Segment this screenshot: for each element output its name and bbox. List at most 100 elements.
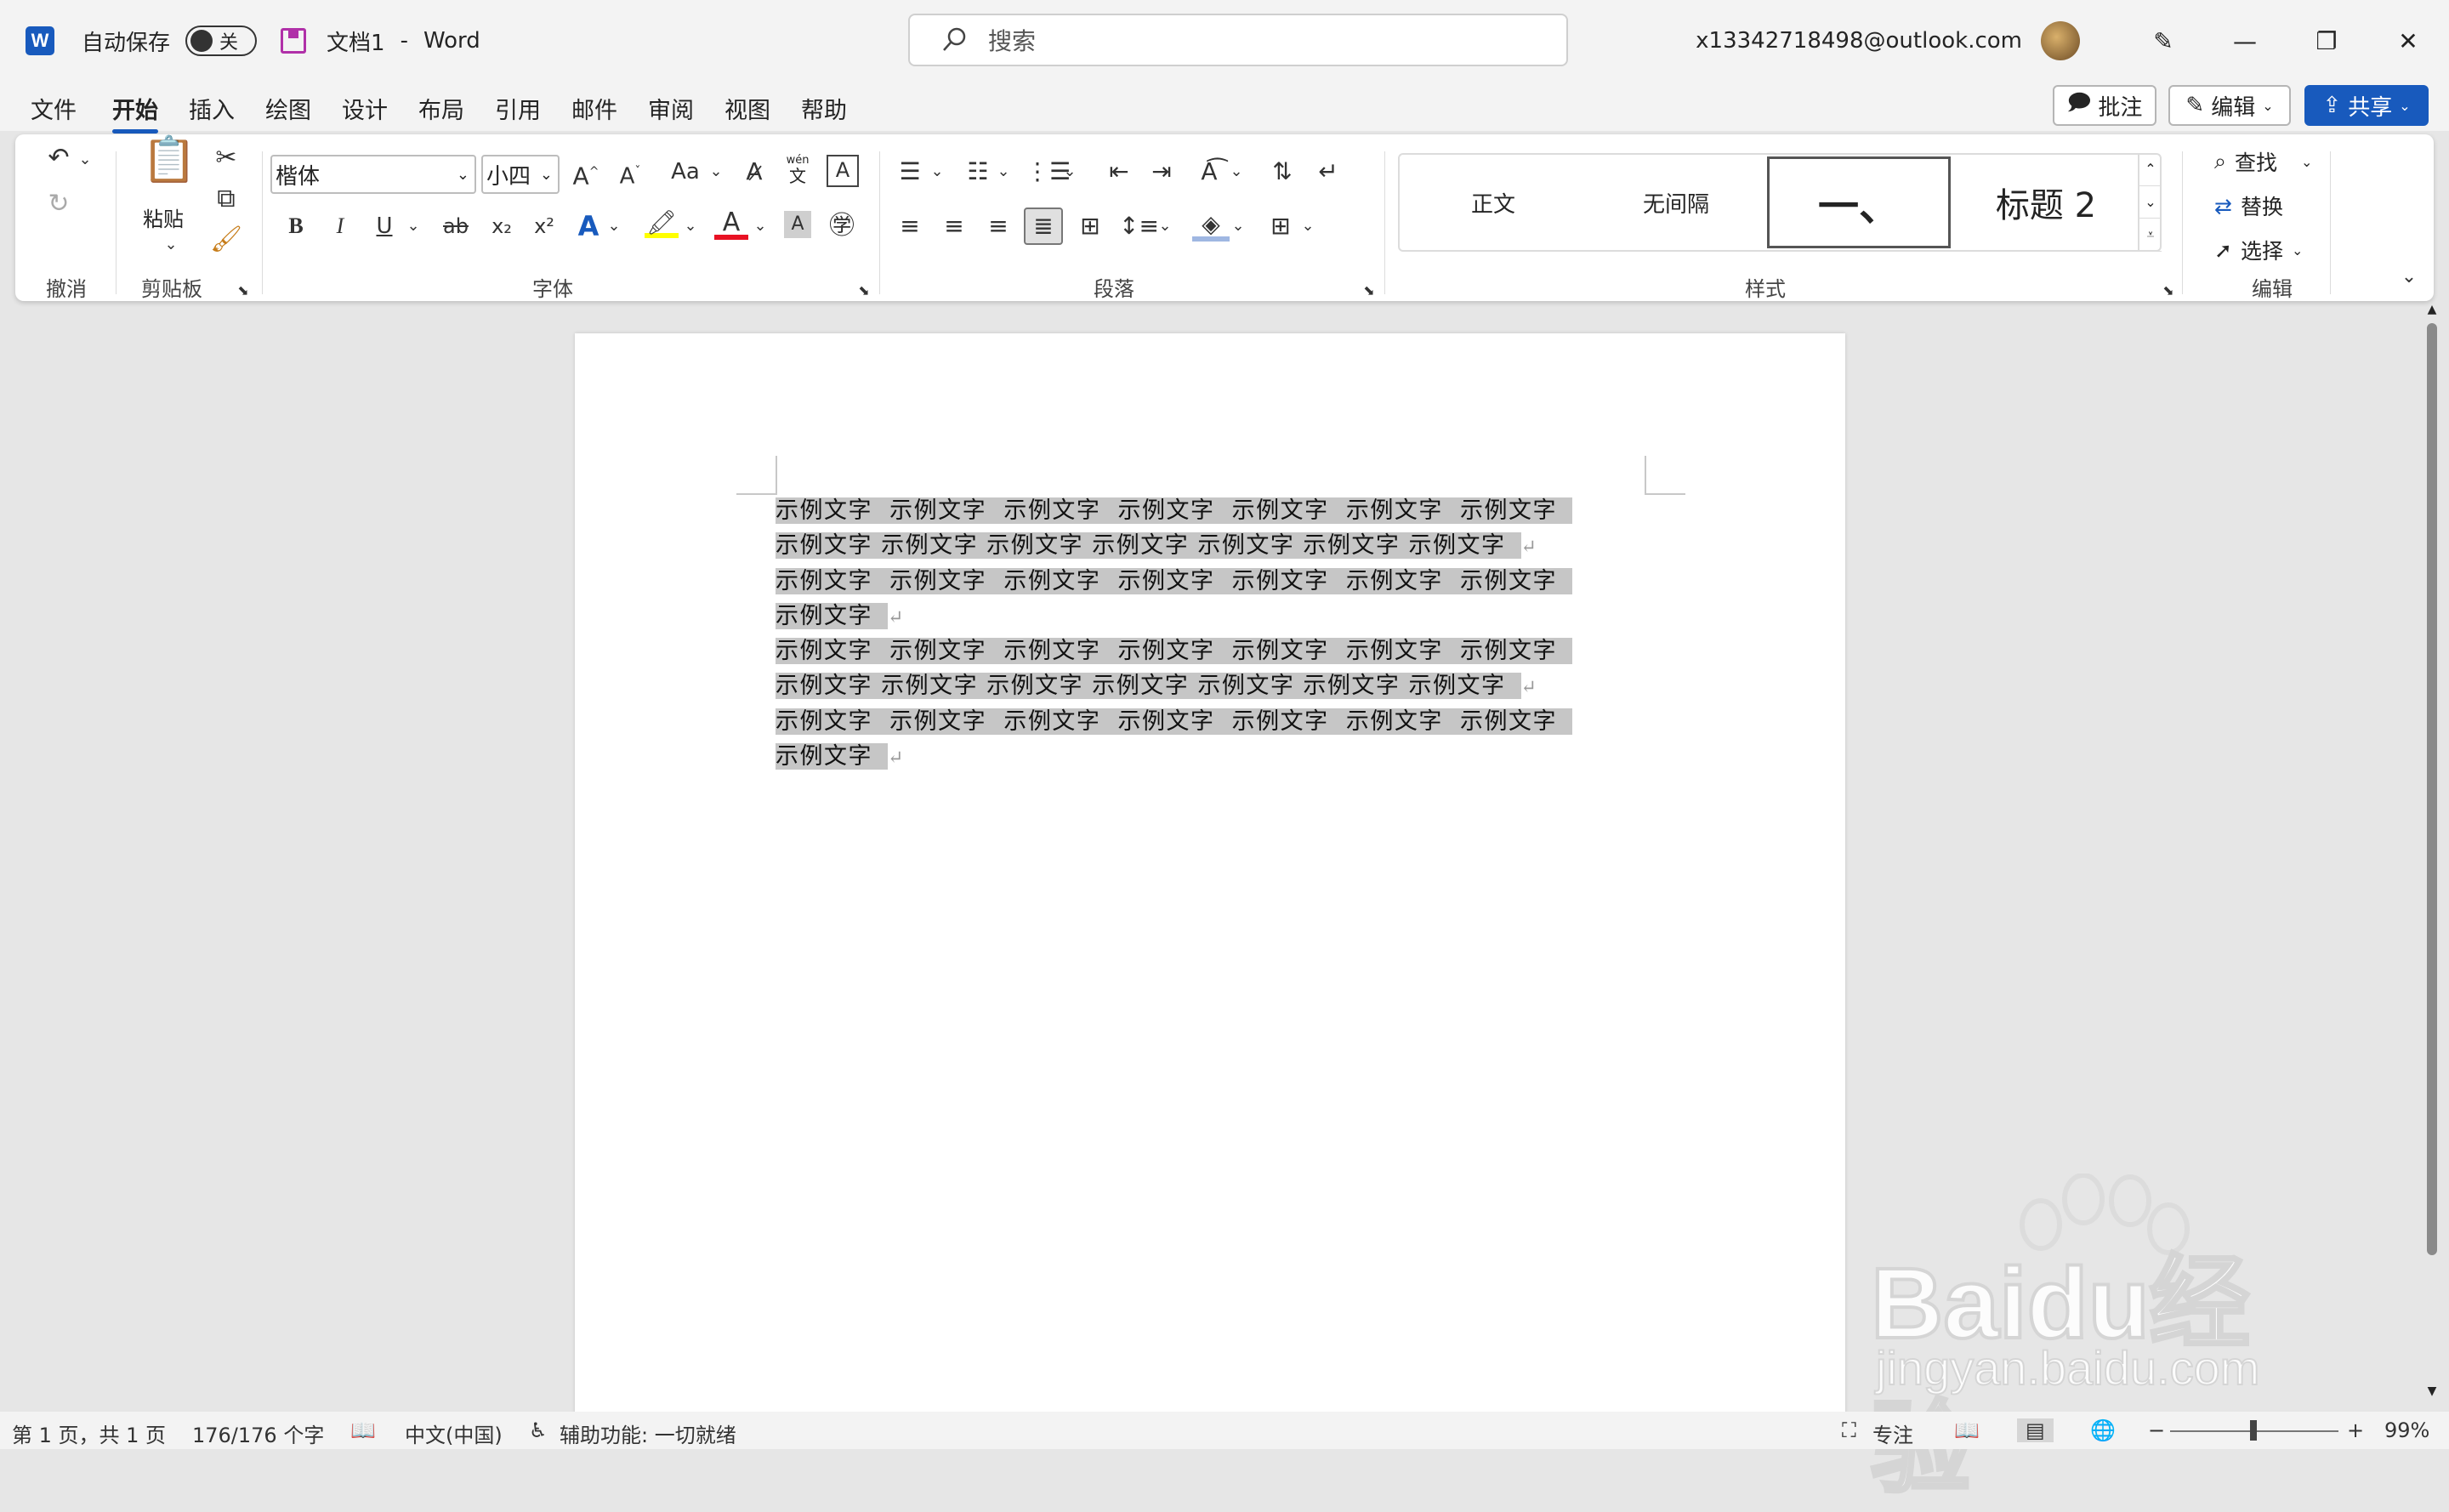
tab-view[interactable]: 视图 bbox=[724, 92, 770, 125]
bold-button[interactable]: B bbox=[281, 209, 311, 243]
tab-help[interactable]: 帮助 bbox=[801, 92, 847, 125]
autosave-toggle[interactable]: 关 bbox=[185, 26, 258, 56]
text-effects-icon[interactable]: A bbox=[571, 209, 605, 243]
shading-icon[interactable]: ◈ bbox=[1192, 207, 1230, 242]
increase-indent-icon[interactable]: ⇥ bbox=[1143, 155, 1180, 189]
grow-font-icon[interactable]: A^ bbox=[568, 155, 604, 193]
minimize-icon[interactable]: — bbox=[2204, 0, 2286, 82]
style-no-spacing[interactable]: 无间隔 bbox=[1587, 155, 1765, 250]
tab-insert[interactable]: 插入 bbox=[189, 92, 235, 125]
word-count[interactable]: 176/176 个字 bbox=[192, 1418, 324, 1448]
select-button[interactable]: ➚ 选择 ⌄ bbox=[2214, 235, 2303, 265]
replace-button[interactable]: ⇄ 替换 bbox=[2214, 190, 2283, 221]
scroll-up-icon[interactable]: ⌃ bbox=[2139, 153, 2162, 186]
align-right-icon[interactable]: ≡ bbox=[980, 209, 1017, 243]
scroll-down-icon[interactable]: ⌄ bbox=[2139, 186, 2162, 219]
decrease-indent-icon[interactable]: ⇤ bbox=[1100, 155, 1138, 189]
chevron-down-icon[interactable]: ⌄ bbox=[1060, 155, 1080, 189]
vertical-scrollbar[interactable]: ▲ ▼ bbox=[2425, 272, 2439, 1412]
dialog-launcher-icon[interactable]: ⬊ bbox=[1359, 274, 1379, 308]
tab-home[interactable]: 开始 bbox=[112, 92, 158, 134]
asian-layout-icon[interactable]: A͡ bbox=[1190, 155, 1228, 189]
multilevel-list-icon[interactable]: ⋮☰ bbox=[1026, 155, 1071, 189]
chevron-down-icon[interactable]: ⌄ bbox=[604, 209, 624, 243]
strikethrough-button[interactable]: ab bbox=[437, 209, 474, 243]
chevron-down-icon[interactable]: ⌄ bbox=[993, 155, 1014, 189]
zoom-slider-thumb[interactable] bbox=[2250, 1420, 2257, 1441]
show-marks-icon[interactable]: ↵ bbox=[1310, 155, 1347, 189]
accessibility-icon[interactable]: ♿ bbox=[529, 1418, 548, 1442]
share-button[interactable]: ⇪ 共享 ⌄ bbox=[2304, 85, 2429, 126]
dialog-launcher-icon[interactable]: ⬊ bbox=[2158, 274, 2179, 308]
character-border-icon[interactable]: A bbox=[827, 155, 859, 187]
scroll-up-icon[interactable]: ▲ bbox=[2425, 303, 2439, 316]
pen-icon[interactable]: ✎ bbox=[2122, 0, 2204, 82]
undo-icon[interactable]: ↶ bbox=[37, 141, 80, 175]
find-button[interactable]: ⌕ 查找 ⌄ bbox=[2214, 146, 2312, 177]
chevron-down-icon[interactable]: ⌄ bbox=[680, 209, 701, 243]
chevron-down-icon[interactable]: ⌄ bbox=[750, 209, 770, 243]
tab-design[interactable]: 设计 bbox=[342, 92, 388, 125]
chevron-down-icon[interactable]: ⌄ bbox=[403, 209, 423, 243]
chevron-down-icon[interactable]: ⌄ bbox=[1155, 209, 1175, 243]
zoom-out-icon[interactable]: − bbox=[2148, 1418, 2165, 1442]
phonetic-guide-icon[interactable]: wén 文 bbox=[781, 153, 815, 185]
tab-file[interactable]: 文件 bbox=[31, 92, 77, 125]
page-count[interactable]: 第 1 页，共 1 页 bbox=[12, 1418, 166, 1448]
zoom-in-icon[interactable]: + bbox=[2347, 1418, 2364, 1442]
comments-button[interactable]: 🗩 批注 bbox=[2053, 85, 2156, 126]
style-heading-1[interactable]: 一、 bbox=[1767, 156, 1951, 248]
cut-icon[interactable]: ✂ bbox=[209, 141, 243, 175]
underline-button[interactable]: U bbox=[369, 209, 400, 243]
tab-review[interactable]: 审阅 bbox=[648, 92, 694, 125]
tab-draw[interactable]: 绘图 bbox=[265, 92, 311, 125]
chevron-down-icon[interactable]: ⌄ bbox=[158, 228, 184, 262]
zoom-level[interactable]: 99% bbox=[2384, 1418, 2429, 1442]
dialog-launcher-icon[interactable]: ⬊ bbox=[233, 274, 253, 308]
document-body[interactable]: 示例文字 示例文字 示例文字 示例文字 示例文字 示例文字 示例文字 示例文字 … bbox=[776, 493, 1660, 774]
justify-icon[interactable]: ≣ bbox=[1024, 207, 1063, 245]
copy-icon[interactable]: ⧉ bbox=[209, 182, 243, 216]
font-color-icon[interactable]: A bbox=[714, 206, 748, 240]
distributed-icon[interactable]: ⊞ bbox=[1071, 209, 1109, 243]
clipboard-icon[interactable]: 📋 bbox=[139, 138, 199, 202]
editing-mode-button[interactable]: ✎ 编辑 ⌄ bbox=[2168, 85, 2291, 126]
redo-icon[interactable]: ↻ bbox=[37, 187, 80, 221]
tab-layout[interactable]: 布局 bbox=[418, 92, 464, 125]
more-styles-icon[interactable]: ⩡ bbox=[2139, 219, 2162, 253]
dialog-launcher-icon[interactable]: ⬊ bbox=[854, 274, 874, 308]
avatar[interactable] bbox=[2041, 21, 2080, 60]
print-layout-icon[interactable]: ▤ bbox=[2017, 1418, 2054, 1442]
shrink-font-icon[interactable]: Aˇ bbox=[612, 155, 648, 194]
format-painter-icon[interactable]: 🖌 bbox=[209, 223, 243, 257]
align-center-icon[interactable]: ≡ bbox=[935, 209, 973, 243]
scroll-down-icon[interactable]: ▼ bbox=[2425, 1384, 2439, 1398]
italic-button[interactable]: I bbox=[325, 209, 355, 243]
search-input[interactable]: 搜索 bbox=[908, 14, 1568, 66]
align-left-icon[interactable]: ≡ bbox=[891, 209, 929, 243]
chevron-down-icon[interactable]: ⌄ bbox=[1226, 155, 1247, 189]
style-normal[interactable]: 正文 bbox=[1400, 155, 1587, 250]
change-case-button[interactable]: Aa bbox=[660, 155, 711, 189]
tab-references[interactable]: 引用 bbox=[495, 92, 541, 125]
font-size-combo[interactable]: 小四 ⌄ bbox=[481, 155, 560, 194]
superscript-button[interactable]: x² bbox=[527, 209, 561, 243]
read-mode-icon[interactable]: 📖 bbox=[1954, 1418, 1980, 1442]
borders-icon[interactable]: ⊞ bbox=[1262, 209, 1299, 243]
line-spacing-icon[interactable]: ↕≡ bbox=[1119, 209, 1159, 243]
subscript-button[interactable]: x₂ bbox=[485, 209, 519, 243]
chevron-down-icon[interactable]: ⌄ bbox=[927, 155, 947, 189]
scroll-thumb[interactable] bbox=[2427, 323, 2437, 1255]
clear-formatting-icon[interactable]: A̷ bbox=[736, 155, 772, 189]
chevron-down-icon[interactable]: ⌄ bbox=[75, 143, 95, 177]
chevron-down-icon[interactable]: ⌄ bbox=[1228, 209, 1248, 243]
chevron-down-icon[interactable]: ⌄ bbox=[1298, 209, 1318, 243]
enclose-characters-icon[interactable]: ㊫ bbox=[825, 209, 859, 243]
bullets-icon[interactable]: ☰ bbox=[891, 155, 929, 189]
tab-mailings[interactable]: 邮件 bbox=[571, 92, 617, 125]
collapse-ribbon-icon[interactable]: ⌄ bbox=[2396, 260, 2422, 294]
save-icon[interactable] bbox=[281, 28, 307, 54]
sort-icon[interactable]: ⇅ bbox=[1264, 155, 1301, 189]
focus-icon[interactable]: ⛶ bbox=[1842, 1418, 1856, 1442]
focus-label[interactable]: 专注 bbox=[1872, 1418, 1913, 1448]
